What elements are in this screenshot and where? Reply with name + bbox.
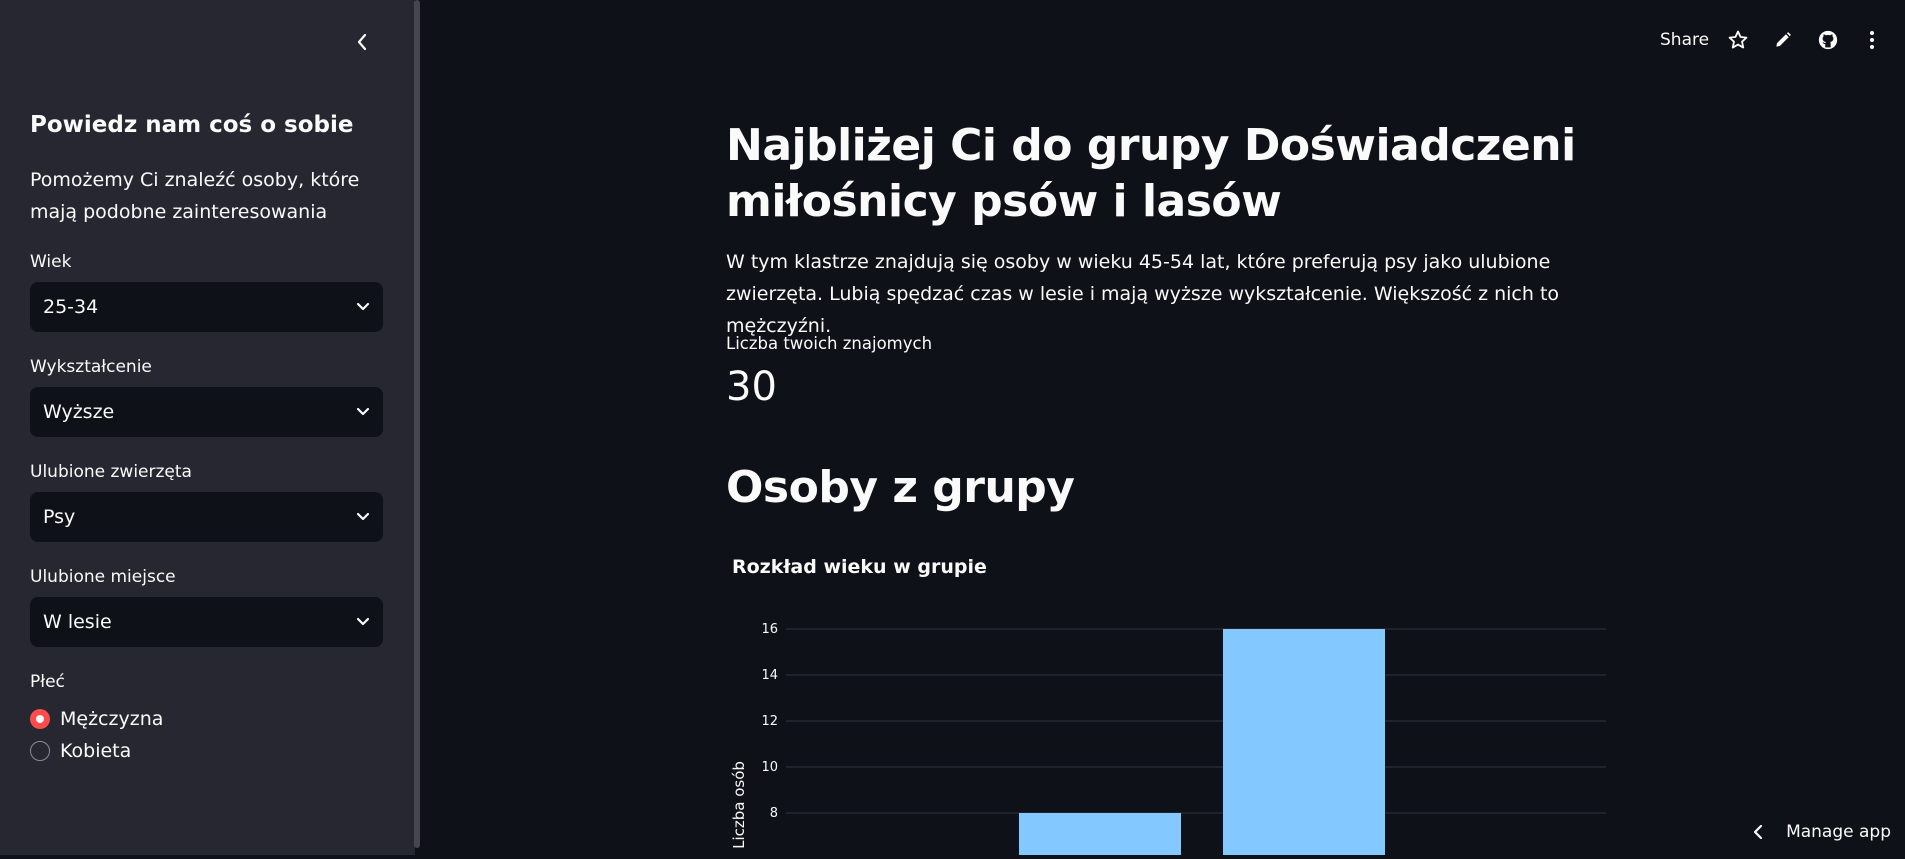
animals-select[interactable]: Psy: [30, 492, 383, 542]
y-tick-label: 12: [761, 714, 778, 729]
gender-option-female[interactable]: Kobieta: [30, 739, 131, 763]
age-distribution-chart: Rozkład wieku w grupie 8 10 12 14 16 Liczba os…: [726, 545, 1616, 855]
sidebar-scrollbar[interactable]: [414, 0, 420, 848]
gender-label: Płeć: [30, 672, 65, 692]
animals-select-value: Psy: [43, 506, 76, 528]
chevron-down-icon: [356, 615, 370, 629]
star-icon[interactable]: [1726, 28, 1750, 52]
chevron-down-icon: [356, 300, 370, 314]
sidebar: Powiedz nam coś o sobie Pomożemy Ci znal…: [0, 0, 415, 855]
y-tick-label: 10: [761, 760, 778, 775]
chart-svg: Rozkład wieku w grupie 8 10 12 14 16 Liczba os…: [730, 556, 1606, 855]
chart-bar: [1223, 629, 1385, 855]
github-icon[interactable]: [1816, 28, 1840, 52]
chevron-left-icon: [1752, 824, 1764, 840]
manage-app-button[interactable]: Manage app: [1752, 822, 1891, 842]
age-select-value: 25-34: [43, 296, 99, 318]
chevron-left-icon: [357, 33, 367, 51]
chevron-down-icon: [356, 510, 370, 524]
animals-label: Ulubione zwierzęta: [30, 462, 192, 482]
chart-title: Rozkład wieku w grupie: [732, 556, 987, 578]
y-tick-label: 14: [761, 668, 778, 683]
education-select-value: Wyższe: [43, 401, 115, 423]
gender-option-label: Kobieta: [60, 740, 132, 762]
place-select[interactable]: W lesie: [30, 597, 383, 647]
metric-label: Liczba twoich znajomych: [726, 334, 933, 353]
gender-option-label: Mężczyzna: [60, 708, 164, 730]
y-tick-label: 8: [770, 806, 778, 821]
manage-app-label: Manage app: [1786, 822, 1891, 842]
more-vertical-icon[interactable]: [1860, 28, 1884, 52]
y-tick-label: 16: [761, 622, 778, 637]
collapse-sidebar-button[interactable]: [350, 30, 374, 54]
radio-selected[interactable]: [30, 709, 50, 729]
y-axis-label: Liczba osób: [730, 761, 748, 849]
place-label: Ulubione miejsce: [30, 567, 176, 587]
education-label: Wykształcenie: [30, 357, 152, 377]
chevron-down-icon: [356, 405, 370, 419]
education-select[interactable]: Wyższe: [30, 387, 383, 437]
share-button[interactable]: Share: [1660, 30, 1709, 50]
radio-unselected[interactable]: [30, 741, 50, 761]
chart-bar: [1019, 813, 1181, 855]
age-label: Wiek: [30, 252, 72, 272]
age-select[interactable]: 25-34: [30, 282, 383, 332]
metric-value: 30: [726, 364, 777, 410]
pencil-icon[interactable]: [1771, 28, 1795, 52]
sidebar-description: Pomożemy Ci znaleźć osoby, które mają po…: [30, 169, 360, 223]
section-title: Osoby z grupy: [726, 462, 1075, 513]
sidebar-title: Powiedz nam coś o sobie: [30, 112, 354, 138]
place-select-value: W lesie: [43, 611, 112, 633]
page-title: Najbliżej Ci do grupy Doświadczeni miłoś…: [726, 120, 1576, 227]
cluster-description: W tym klastrze znajdują się osoby w wiek…: [726, 251, 1560, 337]
gender-option-male[interactable]: Mężczyzna: [30, 707, 163, 731]
